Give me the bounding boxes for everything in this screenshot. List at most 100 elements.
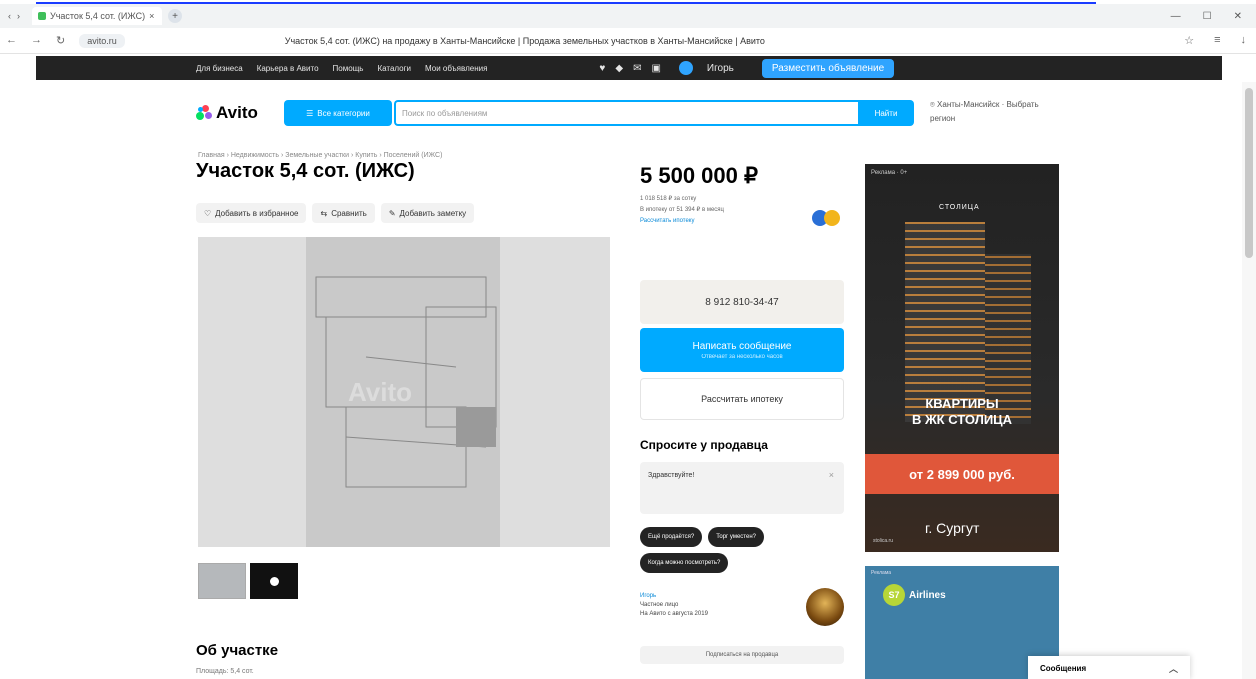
ask-seller-input[interactable]: Здравствуйте! × [640,462,844,514]
place-ad-button[interactable]: Разместить объявление [761,58,895,78]
bookmark-icon[interactable]: ☆ [1184,34,1194,47]
add-note-button[interactable]: ✎ Добавить заметку [380,203,475,223]
quick-question-chip[interactable]: Ещё продаётся? [640,527,703,547]
compare-icon: ⇆ [320,208,328,218]
page-title-in-address: Участок 5,4 сот. (ИЖС) на продажу в Хант… [284,35,765,46]
breadcrumb[interactable]: Главная › Недвижимость › Земельные участ… [198,152,442,159]
categories-list-icon: ☰ [306,108,314,118]
tab-forward-icon[interactable]: › [17,11,20,21]
seller-avatar[interactable] [806,588,844,626]
ask-seller-text: Здравствуйте! [648,472,695,479]
cart-icon[interactable]: ▣ [651,63,660,74]
mortgage-link[interactable]: Рассчитать ипотеку [640,216,800,227]
write-message-sub: Отвечает за несколько часов [701,353,783,360]
seller-info: Игорь Частное лицо На Авито с августа 20… [640,592,708,619]
about-section-heading: Об участке [196,642,279,659]
close-tab-icon[interactable]: × [149,11,154,21]
messages-popup[interactable]: Сообщения ︿ [1028,656,1190,679]
top-link-business[interactable]: Для бизнеса [196,64,243,73]
favorites-heart-icon[interactable]: ♥ [599,63,605,74]
maximize-button[interactable]: ☐ [1203,11,1212,22]
chevron-up-icon[interactable]: ︿ [1169,662,1178,675]
avito-logo-dots-icon [196,105,212,121]
listing-title: Участок 5,4 сот. (ИЖС) [196,160,415,182]
back-arrow-icon[interactable]: ← [6,34,17,47]
categories-button[interactable]: ☰ Все категории [284,100,392,126]
write-message-label: Написать сообщение [692,340,792,352]
browser-tab-bar: ‹ › Участок 5,4 сот. (ИЖС) × + — ☐ ✕ [0,4,1256,28]
avito-logo-text: Avito [216,103,258,122]
photo-thumbnail-1[interactable] [198,563,246,599]
photo-thumbnail-2[interactable] [250,563,298,599]
close-window-button[interactable]: ✕ [1234,11,1242,22]
seller-type: Частное лицо [640,602,679,608]
browser-nav: ← → ↻ [0,34,65,47]
seller-name[interactable]: Игорь [640,592,708,601]
calc-mortgage-button[interactable]: Рассчитать ипотеку [640,378,844,420]
site-top-icons: ♥ ◆ ✉ ▣ Игорь Разместить объявление [599,58,895,78]
top-link-career[interactable]: Карьера в Авито [257,64,319,73]
messages-popup-label: Сообщения [1040,663,1087,673]
about-section-detail: Площадь: 5,4 сот. [196,668,254,675]
top-link-help[interactable]: Помощь [333,64,364,73]
avito-logo[interactable]: Avito [196,103,258,123]
user-name[interactable]: Игорь [707,63,734,74]
menu-icon[interactable]: ≡ [1214,34,1220,47]
compare-label: Сравнить [331,208,367,218]
phone-number-button[interactable]: 8 912 810-34-47 [640,280,844,324]
location-selector[interactable]: ⌾ Ханты-Мансийск · Выбрать регион [930,98,1040,126]
banner-ad-stolica[interactable]: Реклама · 0+ СТОЛИЦА КВАРТИРЫ В ЖК СТОЛИ… [865,164,1059,552]
ad2-name: Airlines [909,590,946,601]
address-bar: ← → ↻ avito.ru Участок 5,4 сот. (ИЖС) на… [0,28,1256,54]
notifications-bell-icon[interactable]: ◆ [615,63,623,74]
minimize-button[interactable]: — [1171,11,1181,22]
mortgage-monthly: В ипотеку от 51 394 ₽ в месяц [640,207,724,213]
top-link-my-ads[interactable]: Мои объявления [425,64,487,73]
location-pin-icon: ⌾ [930,100,938,109]
tab-nav: ‹ › [0,11,20,21]
subscribe-seller-button[interactable]: Подписаться на продавца [640,646,844,664]
ad2-label: Реклама [871,570,892,576]
airline-logo-icon: S7 [883,584,905,606]
compare-button[interactable]: ⇆ Сравнить [312,203,375,223]
url-field[interactable]: avito.ru [79,33,125,48]
listing-actions: ♡ Добавить в избранное ⇆ Сравнить ✎ Добавит… [196,203,475,223]
add-to-favorites-button[interactable]: ♡ Добавить в избранное [196,203,307,223]
ad-building-image [905,222,985,422]
page-scrollbar[interactable] [1242,82,1256,679]
clear-input-icon[interactable]: × [829,470,834,480]
ad-headline-line-1: КВАРТИРЫ [925,396,999,411]
price-per-sotka: 1 018 518 ₽ за сотку [640,196,697,202]
messages-chat-icon[interactable]: ✉ [633,63,641,74]
price-meta: 1 018 518 ₽ за сотку В ипотеку от 51 394… [640,194,800,227]
note-icon: ✎ [388,208,396,218]
user-avatar[interactable] [678,61,693,75]
ad-price: от 2 899 000 руб. [865,454,1059,494]
reload-icon[interactable]: ↻ [56,34,65,47]
add-note-label: Добавить заметку [399,208,467,218]
ad-headline: КВАРТИРЫ В ЖК СТОЛИЦА [865,396,1059,428]
search-input[interactable]: Поиск по объявлениям [394,100,860,126]
ad-site: stolica.ru [873,538,894,544]
ad-label: Реклама · 0+ [871,170,908,176]
add-to-favorites-label: Добавить в избранное [215,208,299,218]
search-button[interactable]: Найти [858,100,914,126]
map-marker-icon [269,576,279,586]
site-top-nav: Для бизнеса Карьера в Авито Помощь Катал… [36,56,1222,80]
forward-arrow-icon[interactable]: → [31,34,42,47]
download-icon[interactable]: ↓ [1241,34,1247,47]
new-tab-button[interactable]: + [168,9,182,23]
browser-tab[interactable]: Участок 5,4 сот. (ИЖС) × [32,7,162,25]
bank-partner-badge-icon [812,208,842,228]
site-top-links: Для бизнеса Карьера в Авито Помощь Катал… [36,64,487,73]
window-controls: — ☐ ✕ [1171,11,1256,22]
quick-question-chip[interactable]: Торг уместен? [708,527,764,547]
quick-question-chip[interactable]: Когда можно посмотреть? [640,553,729,573]
photo-gallery[interactable]: Avito [198,237,610,547]
write-message-button[interactable]: Написать сообщение Отвечает за несколько… [640,328,844,372]
scrollbar-thumb[interactable] [1245,88,1253,258]
tab-back-icon[interactable]: ‹ [8,11,11,21]
ask-seller-heading: Спросите у продавца [640,438,768,452]
top-link-catalogs[interactable]: Каталоги [377,64,411,73]
ad-city: г. Сургут [925,520,980,536]
